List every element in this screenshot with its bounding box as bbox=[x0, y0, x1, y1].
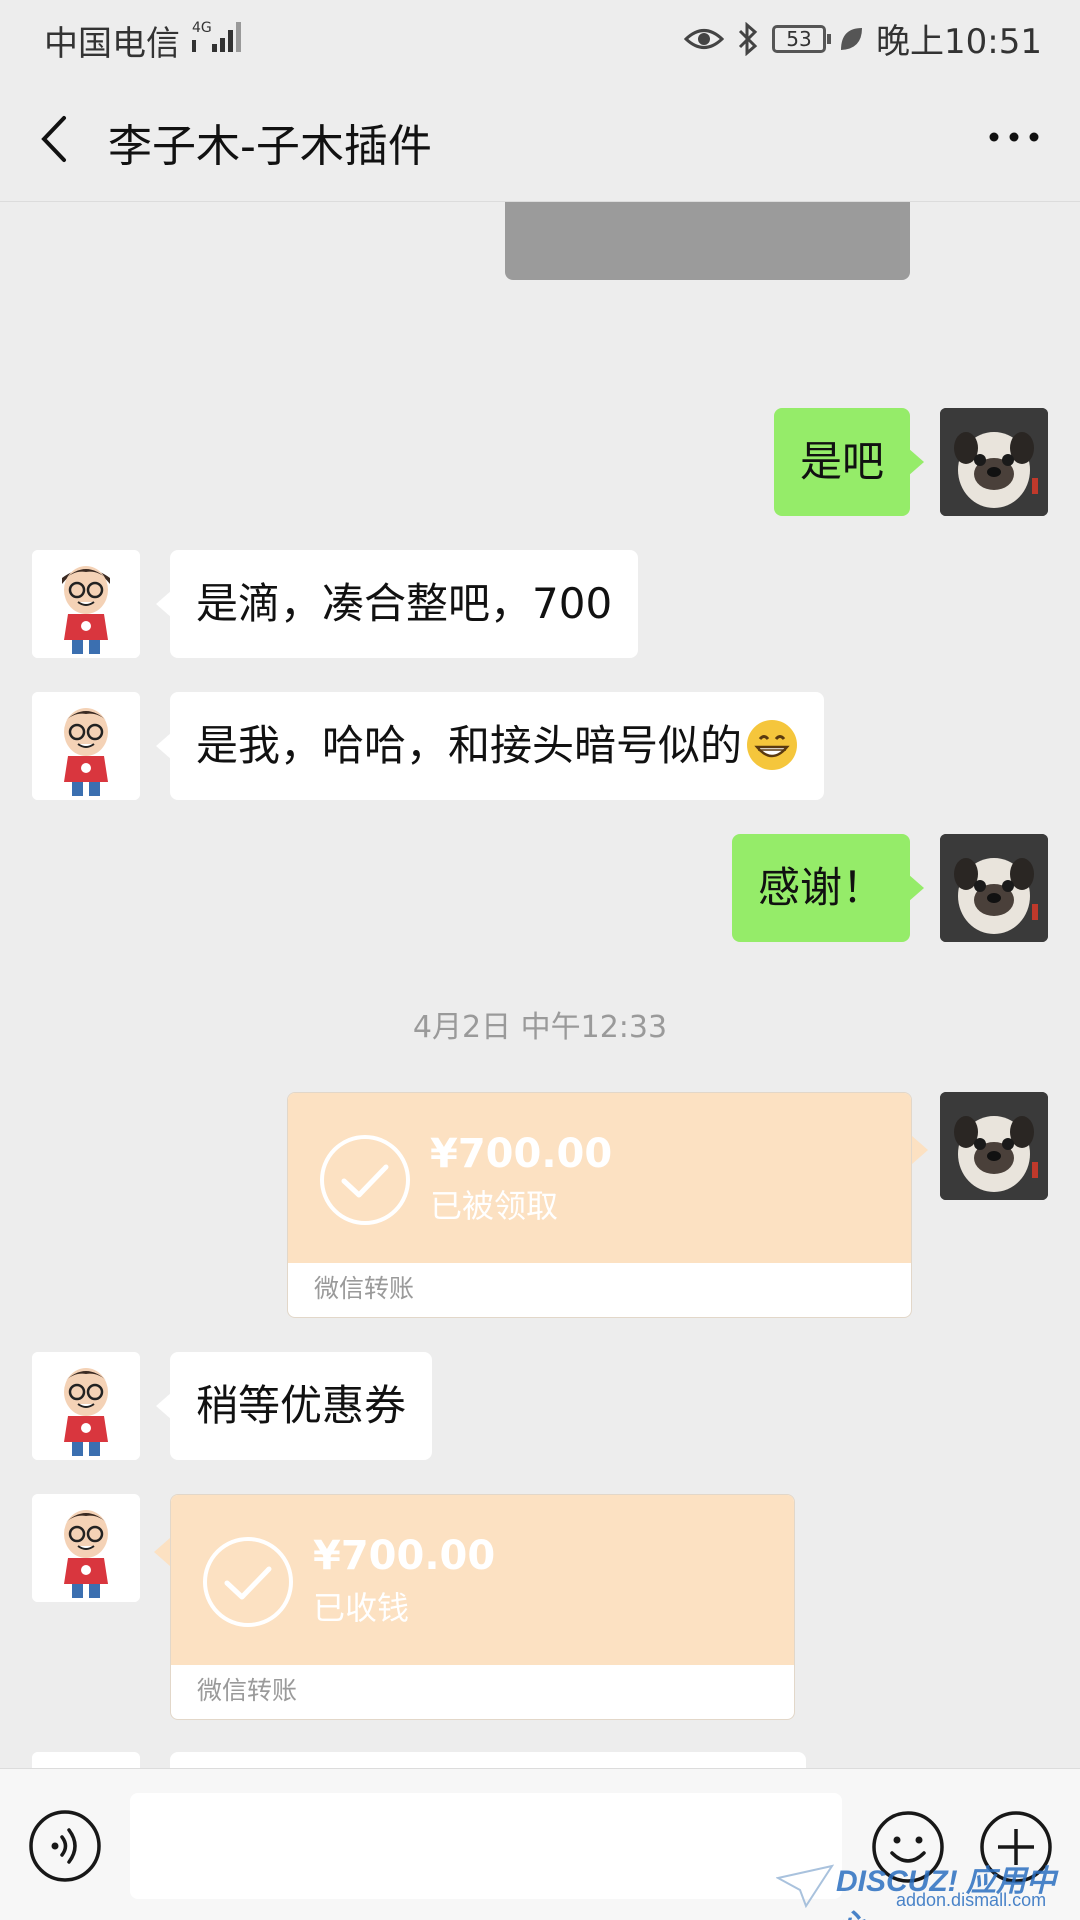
avatar-contact[interactable] bbox=[32, 1352, 140, 1460]
leaf-icon bbox=[841, 27, 863, 50]
watermark: DISCUZ! 应用中心 addon.dismall.com bbox=[776, 1856, 1066, 1920]
cartoon-boy-avatar-icon bbox=[32, 1752, 140, 1768]
message-bubble-contact-partial[interactable] bbox=[170, 1752, 806, 1768]
grinning-emoji-icon bbox=[747, 719, 798, 770]
message-bubble-self[interactable]: 感谢！ bbox=[731, 834, 925, 942]
message-text: 是我，哈哈，和接头暗号似的 bbox=[196, 721, 743, 770]
message-text: 感谢！ bbox=[757, 863, 884, 912]
back-arrow-icon[interactable] bbox=[30, 106, 80, 172]
bluetooth-icon bbox=[738, 21, 758, 56]
transfer-amount: ¥700.00 bbox=[430, 1131, 613, 1177]
avatar-contact[interactable] bbox=[32, 550, 140, 658]
transfer-amount: ¥700.00 bbox=[313, 1533, 496, 1579]
avatar-contact[interactable] bbox=[32, 1494, 140, 1602]
avatar-self[interactable] bbox=[940, 1092, 1048, 1200]
battery-level: 53 bbox=[786, 26, 812, 51]
carrier-name: 中国电信 bbox=[44, 24, 180, 64]
eye-icon bbox=[684, 28, 725, 49]
image-message-partial[interactable] bbox=[505, 202, 910, 280]
chat-messages[interactable]: 是吧 是滴，凑合整吧，700 是我，哈哈，和接头暗号似的 感谢！ 4月2日 中午… bbox=[0, 202, 1080, 1768]
pug-avatar-icon bbox=[940, 408, 1048, 516]
cartoon-boy-avatar-icon bbox=[32, 692, 140, 800]
transfer-card-self[interactable]: ¥700.00 已被领取 微信转账 bbox=[287, 1092, 912, 1318]
avatar-contact[interactable] bbox=[32, 692, 140, 800]
network-type-label: 4G bbox=[192, 20, 212, 36]
transfer-card-body: ¥700.00 已被领取 bbox=[288, 1093, 911, 1263]
watermark-url: addon.dismall.com bbox=[896, 1890, 1047, 1910]
avatar-self[interactable] bbox=[940, 408, 1048, 516]
message-timestamp: 4月2日 中午12:33 bbox=[412, 1010, 668, 1045]
battery-icon: 53 bbox=[772, 24, 832, 53]
voice-input-icon[interactable] bbox=[28, 1809, 102, 1883]
message-text: 稍等优惠券 bbox=[196, 1381, 407, 1430]
transfer-status: 已被领取 bbox=[430, 1187, 559, 1225]
message-bubble-contact[interactable]: 是我，哈哈，和接头暗号似的 bbox=[155, 692, 825, 800]
transfer-status: 已收钱 bbox=[313, 1589, 410, 1627]
cartoon-boy-avatar-icon bbox=[32, 550, 140, 658]
status-bar: 中国电信 4G 53 晚上10:51 bbox=[0, 0, 1080, 76]
message-bubble-contact[interactable]: 是滴，凑合整吧，700 bbox=[155, 550, 639, 658]
chat-header: 李子木-子木插件 bbox=[0, 76, 1080, 202]
pug-avatar-icon bbox=[940, 834, 1048, 942]
message-text: 是滴，凑合整吧，700 bbox=[196, 579, 613, 628]
message-bubble-self[interactable]: 是吧 bbox=[773, 408, 925, 516]
more-options-icon[interactable] bbox=[984, 112, 1044, 162]
message-text: 是吧 bbox=[799, 437, 884, 486]
transfer-label: 微信转账 bbox=[314, 1274, 415, 1303]
check-circle-icon bbox=[320, 1135, 410, 1225]
paper-plane-icon bbox=[776, 1864, 834, 1908]
transfer-card-contact[interactable]: ¥700.00 已收钱 微信转账 bbox=[170, 1494, 795, 1720]
transfer-card-body: ¥700.00 已收钱 bbox=[171, 1495, 794, 1665]
clock: 晚上10:51 bbox=[876, 22, 1042, 62]
message-input[interactable] bbox=[130, 1793, 842, 1899]
check-circle-icon bbox=[203, 1537, 293, 1627]
pug-avatar-icon bbox=[940, 1092, 1048, 1200]
cartoon-boy-avatar-icon bbox=[32, 1352, 140, 1460]
avatar-self[interactable] bbox=[940, 834, 1048, 942]
transfer-label: 微信转账 bbox=[197, 1676, 298, 1705]
chat-title: 李子木-子木插件 bbox=[108, 121, 432, 172]
cartoon-boy-avatar-icon bbox=[32, 1494, 140, 1602]
avatar-contact-partial[interactable] bbox=[32, 1752, 140, 1768]
signal-4g-icon: 4G bbox=[192, 20, 241, 52]
status-right-group: 53 晚上10:51 bbox=[684, 14, 1042, 63]
message-bubble-contact[interactable]: 稍等优惠券 bbox=[155, 1352, 433, 1460]
